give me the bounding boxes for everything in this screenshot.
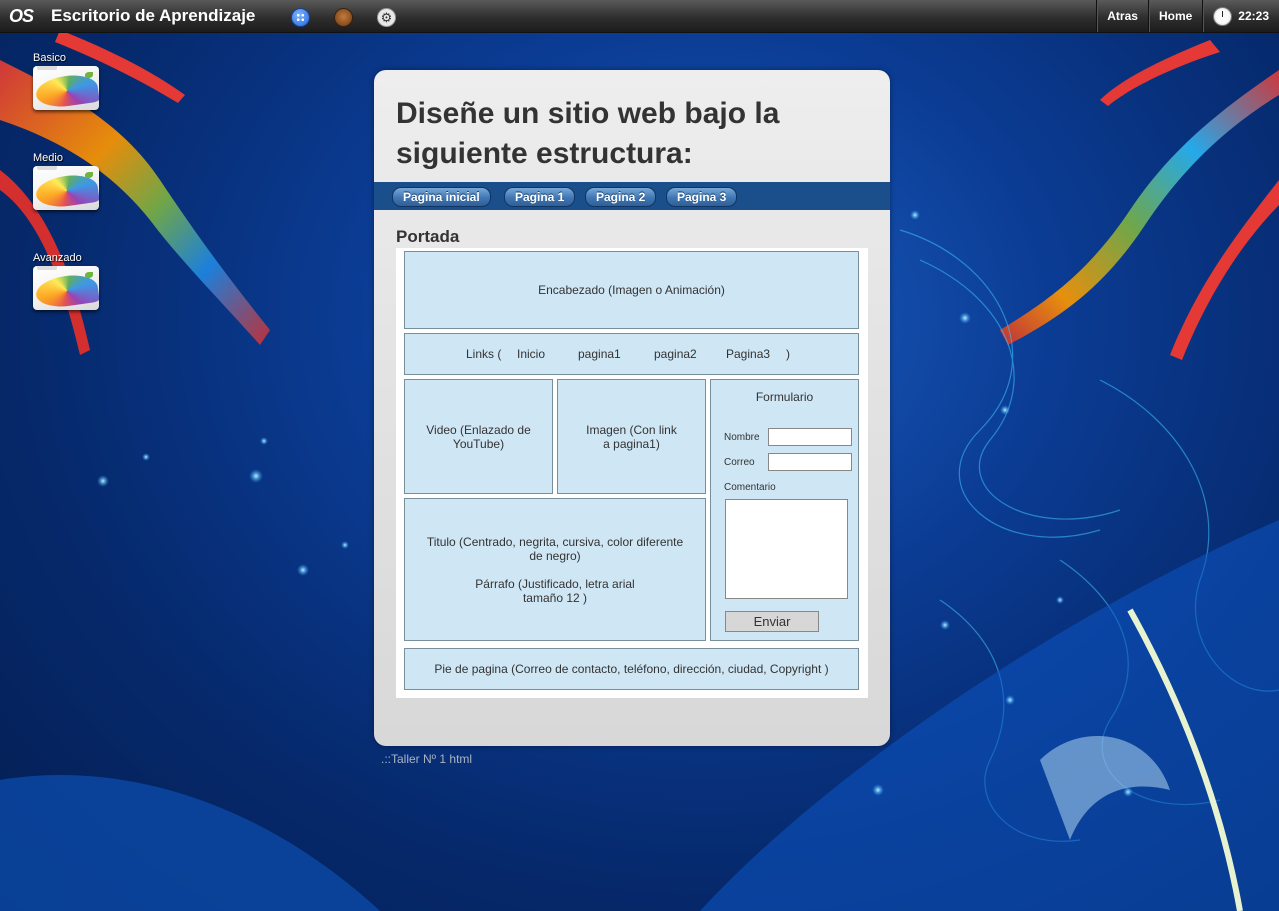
section-title: Portada	[396, 227, 460, 246]
image-line-1: Imagen (Con link	[586, 422, 677, 437]
folder-icon[interactable]	[33, 266, 99, 310]
nav-pagina-inicial[interactable]: Pagina inicial	[392, 187, 491, 207]
link-pagina3: Pagina3	[726, 347, 771, 361]
caption: .::Taller Nº 1 html	[381, 752, 473, 766]
layout-diagram: Encabezado (Imagen o Animación) Links ( …	[396, 248, 868, 698]
header-block: Encabezado (Imagen o Animación)	[404, 251, 859, 329]
submit-button[interactable]: Enviar	[725, 611, 819, 632]
apps-grid-icon[interactable]	[291, 8, 310, 27]
clock-icon	[1213, 6, 1233, 26]
link-pagina2: pagina2	[654, 347, 697, 361]
text-paragraph-line-2: tamaño 12 )	[522, 590, 588, 605]
desktop-icon-avanzado[interactable]: Avanzado	[33, 252, 103, 310]
owl-icon[interactable]	[334, 8, 353, 27]
os-logo: OS	[9, 6, 34, 26]
video-line-2: YouTube)	[452, 436, 505, 451]
taskbar: OS Escritorio de Aprendizaje ⚙ Atras Hom…	[0, 0, 1279, 33]
folder-icon[interactable]	[33, 66, 99, 110]
comment-label: Comentario	[724, 482, 776, 493]
text-title-line-2: de negro)	[529, 548, 581, 563]
settings-gear-icon[interactable]: ⚙	[377, 8, 396, 27]
nav-pagina-2[interactable]: Pagina 2	[585, 187, 657, 207]
email-label: Correo	[724, 457, 755, 468]
desktop-icon-medio[interactable]: Medio	[33, 152, 103, 210]
links-block: Links ( Inicio pagina1 pagina2 Pagina3 )	[404, 333, 859, 375]
link-inicio: Inicio	[517, 347, 546, 361]
image-block: Imagen (Con link a pagina1)	[557, 379, 706, 494]
back-button[interactable]: Atras	[1096, 0, 1148, 32]
nav-pagina-1[interactable]: Pagina 1	[504, 187, 576, 207]
desktop-icon-label: Avanzado	[33, 252, 82, 264]
text-title-line-1: Titulo (Centrado, negrita, cursiva, colo…	[426, 534, 684, 549]
nav-bar: Pagina inicial Pagina 1 Pagina 2 Pagina …	[374, 182, 890, 210]
window-title: Diseñe un sitio web bajo la siguiente es…	[396, 97, 780, 170]
lesson-window: Diseñe un sitio web bajo la siguiente es…	[374, 70, 890, 746]
comment-textarea[interactable]	[725, 499, 848, 599]
links-close: )	[786, 347, 790, 361]
app-title: Escritorio de Aprendizaje	[51, 6, 256, 25]
form-title: Formulario	[755, 390, 814, 404]
video-block: Video (Enlazado de YouTube)	[404, 379, 553, 494]
desktop-icon-basico[interactable]: Basico	[33, 52, 103, 110]
link-pagina1: pagina1	[578, 347, 621, 361]
name-label: Nombre	[724, 432, 760, 443]
video-line-1: Video (Enlazado de	[426, 422, 531, 437]
folder-icon[interactable]	[33, 166, 99, 210]
text-paragraph-line-1: Párrafo (Justificado, letra arial	[475, 576, 635, 591]
clock-time: 22:23	[1238, 9, 1269, 23]
nav-pagina-3[interactable]: Pagina 3	[666, 187, 738, 207]
image-line-2: a pagina1)	[603, 436, 660, 451]
clock: 22:23	[1202, 0, 1279, 32]
email-input[interactable]	[768, 453, 852, 471]
name-input[interactable]	[768, 428, 852, 446]
form-block: Formulario Nombre Correo Comentario Envi…	[710, 379, 859, 641]
desktop-icon-label: Medio	[33, 152, 63, 164]
text-block: Titulo (Centrado, negrita, cursiva, colo…	[404, 498, 706, 641]
home-button[interactable]: Home	[1147, 0, 1202, 32]
links-label: Links (	[466, 347, 502, 361]
footer-block: Pie de pagina (Correo de contacto, teléf…	[404, 648, 859, 690]
desktop-icon-label: Basico	[33, 52, 67, 64]
